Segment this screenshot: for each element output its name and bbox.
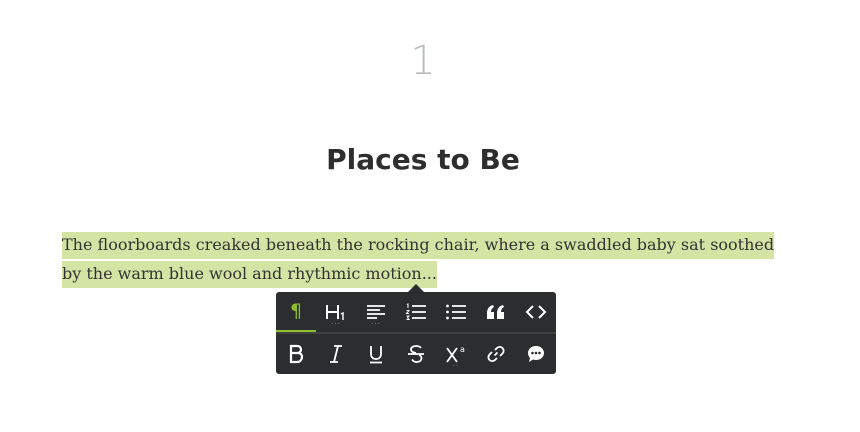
heading-icon [326,305,344,320]
chapter-title[interactable]: Places to Be [0,143,846,176]
underline-button[interactable] [356,334,396,374]
ordered-list-icon [405,303,426,320]
code-icon [525,305,547,319]
page-number: 1 [410,38,436,84]
comment-icon [528,346,544,362]
selected-text[interactable]: The floorboards creaked beneath the rock… [62,232,775,288]
align-left-icon [367,305,385,319]
bold-button[interactable] [276,334,316,374]
paragraph-button[interactable]: ¶ [276,292,316,332]
italic-icon [330,345,342,363]
quote-icon [487,305,504,319]
align-button[interactable]: ··· [356,292,396,332]
paragraph-icon: ¶ [289,299,303,322]
svg-text:a: a [460,345,465,354]
comment-button[interactable] [516,334,556,374]
toolbar-row-inline: a ·· [276,334,556,374]
link-icon [487,345,505,363]
underline-icon [370,346,382,364]
italic-button[interactable] [316,334,356,374]
strikethrough-icon [408,345,424,363]
paragraph[interactable]: The floorboards creaked beneath the rock… [62,230,782,288]
superscript-icon: a [446,345,465,363]
toolbar-row-block: ¶ ··· ··· [276,292,556,332]
dropdown-dots: ··· [331,320,341,328]
dropdown-dots: ··· [371,320,381,328]
dropdown-dots: ·· [452,362,460,370]
quote-button[interactable] [476,292,516,332]
bold-icon [289,344,304,364]
strikethrough-button[interactable] [396,334,436,374]
heading-button[interactable]: ··· [316,292,356,332]
ordered-list-button[interactable] [396,292,436,332]
toolbar-arrow [408,284,424,292]
unordered-list-button[interactable] [436,292,476,332]
superscript-button[interactable]: a ·· [436,334,476,374]
formatting-toolbar: ¶ ··· ··· a ·· [276,292,556,374]
unordered-list-icon [446,304,466,320]
code-button[interactable] [516,292,556,332]
link-button[interactable] [476,334,516,374]
